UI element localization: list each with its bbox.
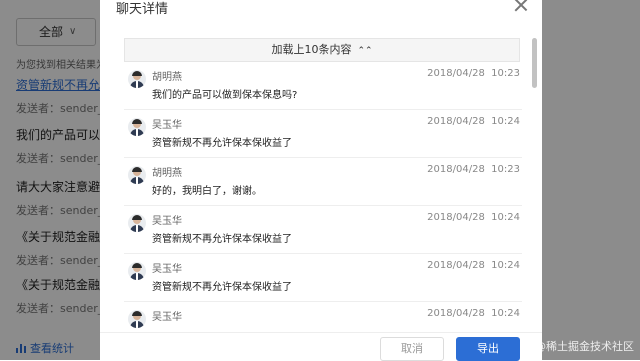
message-sender: 吴玉华 — [152, 264, 182, 275]
message-sender: 吴玉华 — [152, 312, 182, 323]
list-item: 胡明燕 2018/04/28 10:23 好的，我明白了，谢谢。 — [124, 158, 522, 206]
load-more-button[interactable]: 加载上10条内容 ⌃⌃ — [124, 38, 520, 62]
list-item: 吴玉华 2018/04/28 10:24 — [124, 302, 522, 332]
message-timestamp: 2018/04/28 10:24 — [427, 116, 520, 127]
close-icon[interactable] — [514, 0, 528, 12]
message-timestamp: 2018/04/28 10:23 — [427, 68, 520, 79]
list-item: 吴玉华 2018/04/28 10:24 资管新规不再允许保本保收益了 — [124, 254, 522, 302]
list-item: 吴玉华 2018/04/28 10:24 资管新规不再允许保本保收益了 — [124, 206, 522, 254]
load-more-label: 加载上10条内容 — [271, 43, 352, 56]
message-text: 资管新规不再允许保本保收益了 — [152, 138, 292, 149]
avatar — [128, 70, 146, 88]
message-sender: 吴玉华 — [152, 216, 182, 227]
scrollbar[interactable] — [532, 38, 537, 88]
message-text: 资管新规不再允许保本保收益了 — [152, 282, 292, 293]
message-text: 好的，我明白了，谢谢。 — [152, 186, 262, 197]
cancel-button[interactable]: 取消 — [380, 337, 444, 361]
watermark: @稀土掘金技术社区 — [535, 340, 634, 353]
message-sender: 胡明燕 — [152, 72, 182, 83]
message-timestamp: 2018/04/28 10:23 — [427, 164, 520, 175]
list-item: 吴玉华 2018/04/28 10:24 资管新规不再允许保本保收益了 — [124, 110, 522, 158]
message-text: 资管新规不再允许保本保收益了 — [152, 234, 292, 245]
message-sender: 吴玉华 — [152, 120, 182, 131]
chat-detail-modal: 聊天详情 加载上10条内容 ⌃⌃ 胡明燕 2018/04/28 10:23 我们的… — [100, 0, 542, 361]
message-timestamp: 2018/04/28 10:24 — [427, 260, 520, 271]
message-timestamp: 2018/04/28 10:24 — [427, 212, 520, 223]
avatar — [128, 262, 146, 280]
modal-footer: 取消 导出 — [100, 332, 542, 361]
avatar — [128, 166, 146, 184]
avatar — [128, 310, 146, 328]
list-item: 胡明燕 2018/04/28 10:23 我们的产品可以做到保本保息吗? — [124, 62, 522, 110]
message-timestamp: 2018/04/28 10:24 — [427, 308, 520, 319]
message-sender: 胡明燕 — [152, 168, 182, 179]
export-button[interactable]: 导出 — [456, 337, 520, 361]
message-list[interactable]: 胡明燕 2018/04/28 10:23 我们的产品可以做到保本保息吗? 吴玉华… — [124, 62, 522, 332]
avatar — [128, 214, 146, 232]
avatar — [128, 118, 146, 136]
modal-title: 聊天详情 — [116, 2, 169, 17]
chevron-up-icon: ⌃⌃ — [357, 46, 373, 56]
message-text: 我们的产品可以做到保本保息吗? — [152, 90, 298, 101]
